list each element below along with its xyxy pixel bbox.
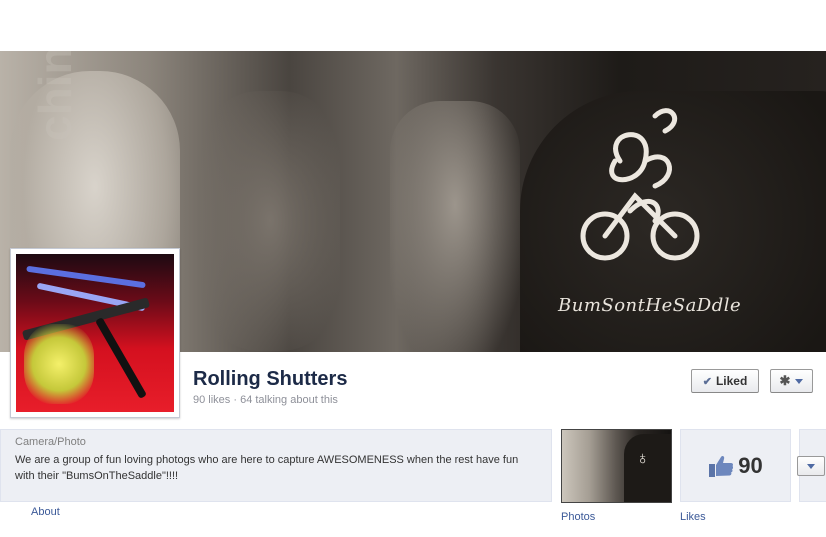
about-panel: Camera/Photo We are a group of fun lovin… <box>0 429 552 502</box>
settings-menu-button[interactable]: ✱ <box>770 369 813 393</box>
page-title[interactable]: Rolling Shutters <box>193 368 347 391</box>
likes-count: 90 <box>738 452 763 478</box>
liked-label: Liked <box>715 374 748 388</box>
chevron-down-icon <box>807 463 815 469</box>
likes-panel[interactable]: 90 <box>680 429 791 502</box>
photos-link[interactable]: Photos <box>561 511 595 523</box>
profile-picture[interactable] <box>10 248 180 418</box>
profile-image <box>16 254 174 412</box>
check-icon: ✔ <box>702 375 712 388</box>
photos-thumbnail[interactable]: ♁ <box>561 429 672 503</box>
page-description: We are a group of fun loving photogs who… <box>15 454 519 482</box>
cover-figure-right <box>390 101 520 352</box>
page-meta: 90 likes · 64 talking about this <box>193 394 338 406</box>
gear-icon: ✱ <box>779 373 791 388</box>
liked-button[interactable]: ✔ Liked <box>691 369 759 393</box>
cover-figure-mid <box>200 91 340 351</box>
chevron-down-icon <box>795 378 804 384</box>
image-streak <box>95 317 147 399</box>
more-apps-button[interactable] <box>797 456 825 476</box>
thumbs-up-icon <box>709 455 734 477</box>
bicycle-logo-icon <box>580 108 700 261</box>
image-highlight <box>24 324 94 404</box>
bicycle-logo-icon: ♁ <box>636 448 650 468</box>
likes-link[interactable]: Likes <box>680 511 706 523</box>
cover-shirt-text: BumSontHeSaDdle <box>558 295 742 316</box>
about-link[interactable]: About <box>31 506 60 518</box>
cover-watermark: chin <box>29 51 81 141</box>
page-category: Camera/Photo <box>15 436 86 448</box>
